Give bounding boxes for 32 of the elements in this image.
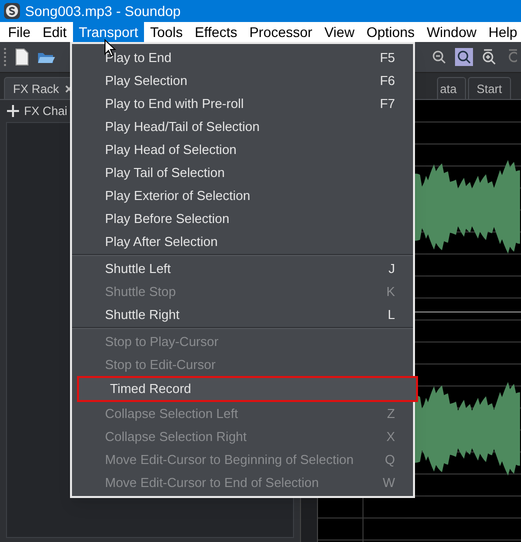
menu-item[interactable]: Shuttle Right L [72,303,413,326]
menu-item[interactable]: Play Head of Selection [72,138,413,161]
menu-item[interactable]: Play After Selection [72,230,413,253]
menu-item[interactable]: View [318,22,360,42]
menu-item[interactable]: Play Tail of Selection [72,161,413,184]
menu-item[interactable]: Timed Record [77,376,418,402]
menu-item[interactable]: Play Exterior of Selection [72,184,413,207]
menu-item[interactable]: Play Head/Tail of Selection [72,115,413,138]
open-folder-icon[interactable] [37,50,55,64]
menu-item[interactable]: Shuttle Left J [72,257,413,280]
menu-item[interactable]: Effects [188,22,244,42]
menu-item[interactable]: Options [360,22,421,42]
zoom-out-icon[interactable] [431,49,447,65]
window-title: Song003.mp3 - Soundop [25,2,181,21]
app-logo-icon [4,3,20,19]
panel-tab[interactable]: ata [436,77,466,99]
panel-tab[interactable]: Start [468,77,511,99]
zoom-icon[interactable] [481,49,497,65]
menu-item[interactable]: Tools [144,22,189,42]
fx-chain-label: FX Chai [24,103,68,120]
menu-item[interactable]: Edit [36,22,73,42]
plus-icon [7,105,19,117]
menu-item[interactable]: Play Before Selection [72,207,413,230]
toolbar-grip-icon [4,47,7,67]
zoom-in-icon[interactable] [455,48,473,66]
menu-item[interactable]: Window [420,22,482,42]
new-file-icon[interactable] [15,48,29,66]
menu-item[interactable]: Processor [243,22,318,42]
menu-item[interactable]: Help [482,22,521,42]
add-button[interactable] [6,104,20,118]
menu-item[interactable]: Transport [72,22,144,42]
menu-item[interactable]: File [2,22,37,42]
